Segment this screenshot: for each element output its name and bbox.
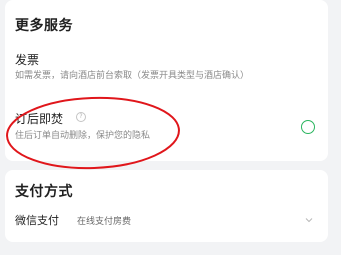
- payment-method-note: 在线支付房费: [77, 217, 132, 227]
- more-services-card: 更多服务 发票 如需发票，请向酒店前台索取（发票开具类型与酒店确认） 订后即焚 …: [5, 0, 328, 161]
- delete-after-stay-row[interactable]: 订后即焚 ? 住后订单自动删除，保护您的隐私: [5, 104, 328, 154]
- payment-method-label: 微信支付: [15, 214, 59, 227]
- payment-card: 支付方式 微信支付 在线支付房费: [5, 170, 328, 242]
- invoice-label: 发票: [15, 53, 40, 67]
- delete-after-stay-label: 订后即焚: [15, 112, 64, 126]
- booking-options-screen: 更多服务 发票 如需发票，请向酒店前台索取（发票开具类型与酒店确认） 订后即焚 …: [0, 0, 341, 255]
- payment-title: 支付方式: [15, 184, 73, 200]
- invoice-description: 如需发票，请向酒店前台索取（发票开具类型与酒店确认）: [15, 71, 250, 81]
- payment-method-row[interactable]: 微信支付 在线支付房费: [5, 208, 328, 232]
- question-circle-icon[interactable]: ?: [76, 112, 86, 122]
- more-services-title: 更多服务: [15, 18, 73, 34]
- chevron-down-icon[interactable]: [304, 215, 314, 225]
- delete-after-stay-description: 住后订单自动删除，保护您的隐私: [15, 131, 151, 141]
- delete-after-stay-toggle[interactable]: [301, 120, 315, 134]
